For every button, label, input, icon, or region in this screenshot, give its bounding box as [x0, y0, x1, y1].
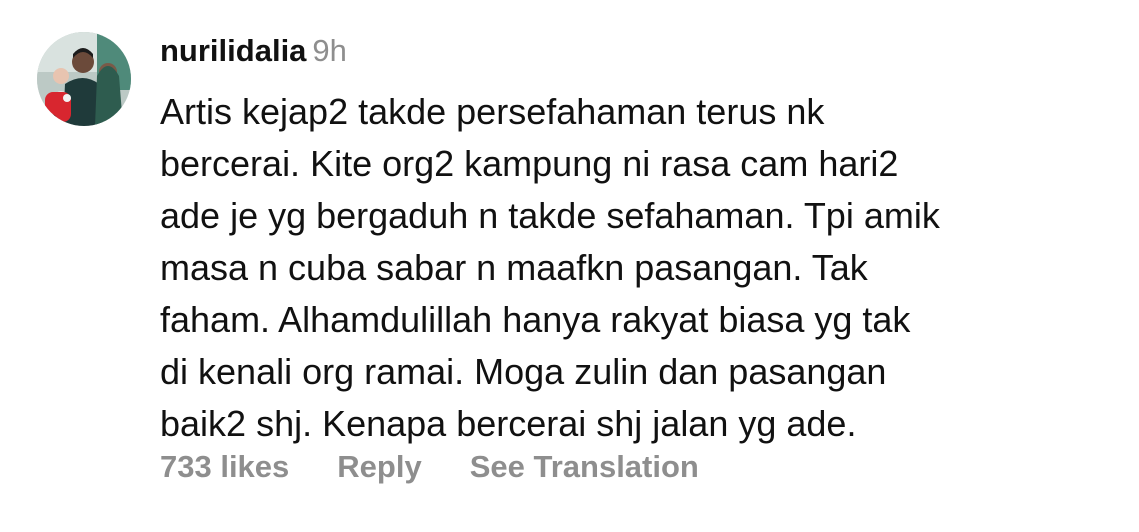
comment-actions: 733 likes Reply See Translation — [160, 444, 747, 490]
comment-header: nurilidalia 9h — [160, 28, 1120, 74]
reply-button[interactable]: Reply — [337, 449, 421, 484]
comment-text-line: bercerai. Kite org2 kampung ni rasa cam … — [160, 143, 899, 184]
avatar-photo — [37, 32, 131, 126]
username[interactable]: nurilidalia — [160, 33, 306, 68]
comment-text-line: masa n cuba sabar n maafkn pasangan. Tak — [160, 247, 868, 288]
avatar[interactable] — [37, 32, 131, 126]
likes-count-button[interactable]: 733 likes — [160, 449, 289, 484]
comment-text-line: di kenali org ramai. Moga zulin dan pasa… — [160, 351, 887, 392]
comment-text: Artis kejap2 takde persefahaman terus nk… — [160, 86, 1120, 450]
comment-timestamp: 9h — [312, 33, 347, 68]
comment-text-line: baik2 shj. Kenapa bercerai shj jalan yg … — [160, 403, 857, 444]
comment-text-line: faham. Alhamdulillah hanya rakyat biasa … — [160, 299, 911, 340]
comment-text-line: Artis kejap2 takde persefahaman terus nk — [160, 91, 825, 132]
comment-body: nurilidalia 9h Artis kejap2 takde persefa… — [160, 28, 1120, 450]
comment-item: nurilidalia 9h Artis kejap2 takde persefa… — [0, 0, 1139, 532]
comment-text-line: ade je yg bergaduh n takde sefahaman. Tp… — [160, 195, 940, 236]
see-translation-button[interactable]: See Translation — [470, 449, 699, 484]
